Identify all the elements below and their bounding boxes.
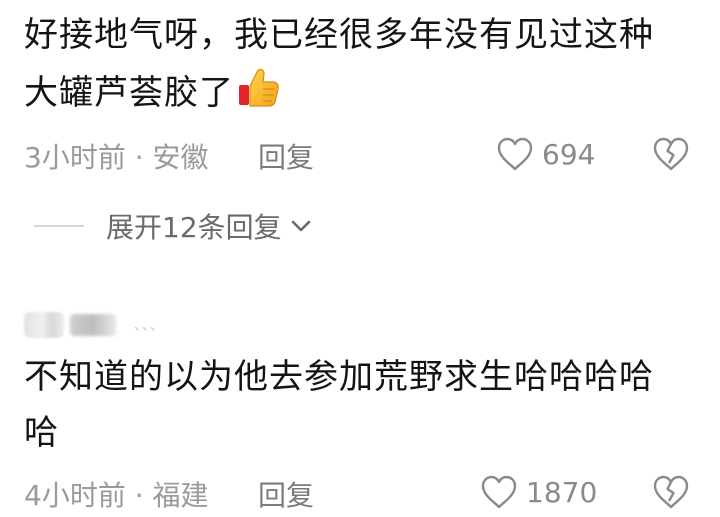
comment-2-like-button[interactable]: 1870 — [480, 472, 597, 512]
expand-replies-row: 展开12条回复 — [34, 206, 312, 246]
heart-icon — [497, 137, 533, 171]
expand-replies-label: 展开12条回复 — [106, 211, 282, 244]
comment-1-dislike-button[interactable] — [652, 136, 690, 179]
comment-1-text-line-2-body: 大罐芦荟胶了 — [24, 73, 234, 113]
expand-replies-divider — [34, 225, 84, 227]
comment-1-time-location: 3小时前 · 安徽 — [24, 141, 209, 174]
comment-1-reply-button[interactable]: 回复 — [258, 136, 314, 176]
comment-2-text-line-2: 哈 — [24, 413, 59, 453]
comment-2-time-location: 4小时前 · 福建 — [24, 479, 209, 512]
thumbs-up-icon — [236, 66, 280, 110]
chevron-down-icon — [291, 220, 310, 232]
expand-replies-button[interactable]: 展开12条回复 — [106, 206, 312, 246]
comment-2-text-line-1: 不知道的以为他去参加荒野求生哈哈哈哈 — [24, 357, 654, 397]
comment-2-reply-button[interactable]: 回复 — [258, 474, 314, 514]
comment-1-meta-row: 3小时前 · 安徽 回复 694 — [24, 134, 696, 174]
comment-2-dislike-button[interactable] — [652, 474, 690, 517]
comment-1-like-button[interactable]: 694 — [496, 134, 595, 174]
heart-icon — [481, 475, 517, 509]
comment-1-text-line-2: 大罐芦荟胶了 — [24, 66, 280, 120]
username-trailing-marks: 、、、 — [134, 318, 165, 334]
comment-1-text-line-1: 好接地气呀，我已经很多年没有见过这种 — [24, 15, 654, 55]
username-obscured[interactable] — [70, 314, 116, 336]
avatar[interactable] — [24, 312, 64, 338]
comment-2-like-count: 1870 — [526, 475, 598, 509]
comment-2-user-row[interactable]: 、、、 — [24, 310, 165, 340]
comment-2-meta-row: 4小时前 · 福建 回复 1870 — [24, 472, 696, 512]
comment-1-like-count: 694 — [542, 137, 596, 171]
broken-heart-icon — [653, 475, 689, 509]
broken-heart-icon — [653, 137, 689, 171]
